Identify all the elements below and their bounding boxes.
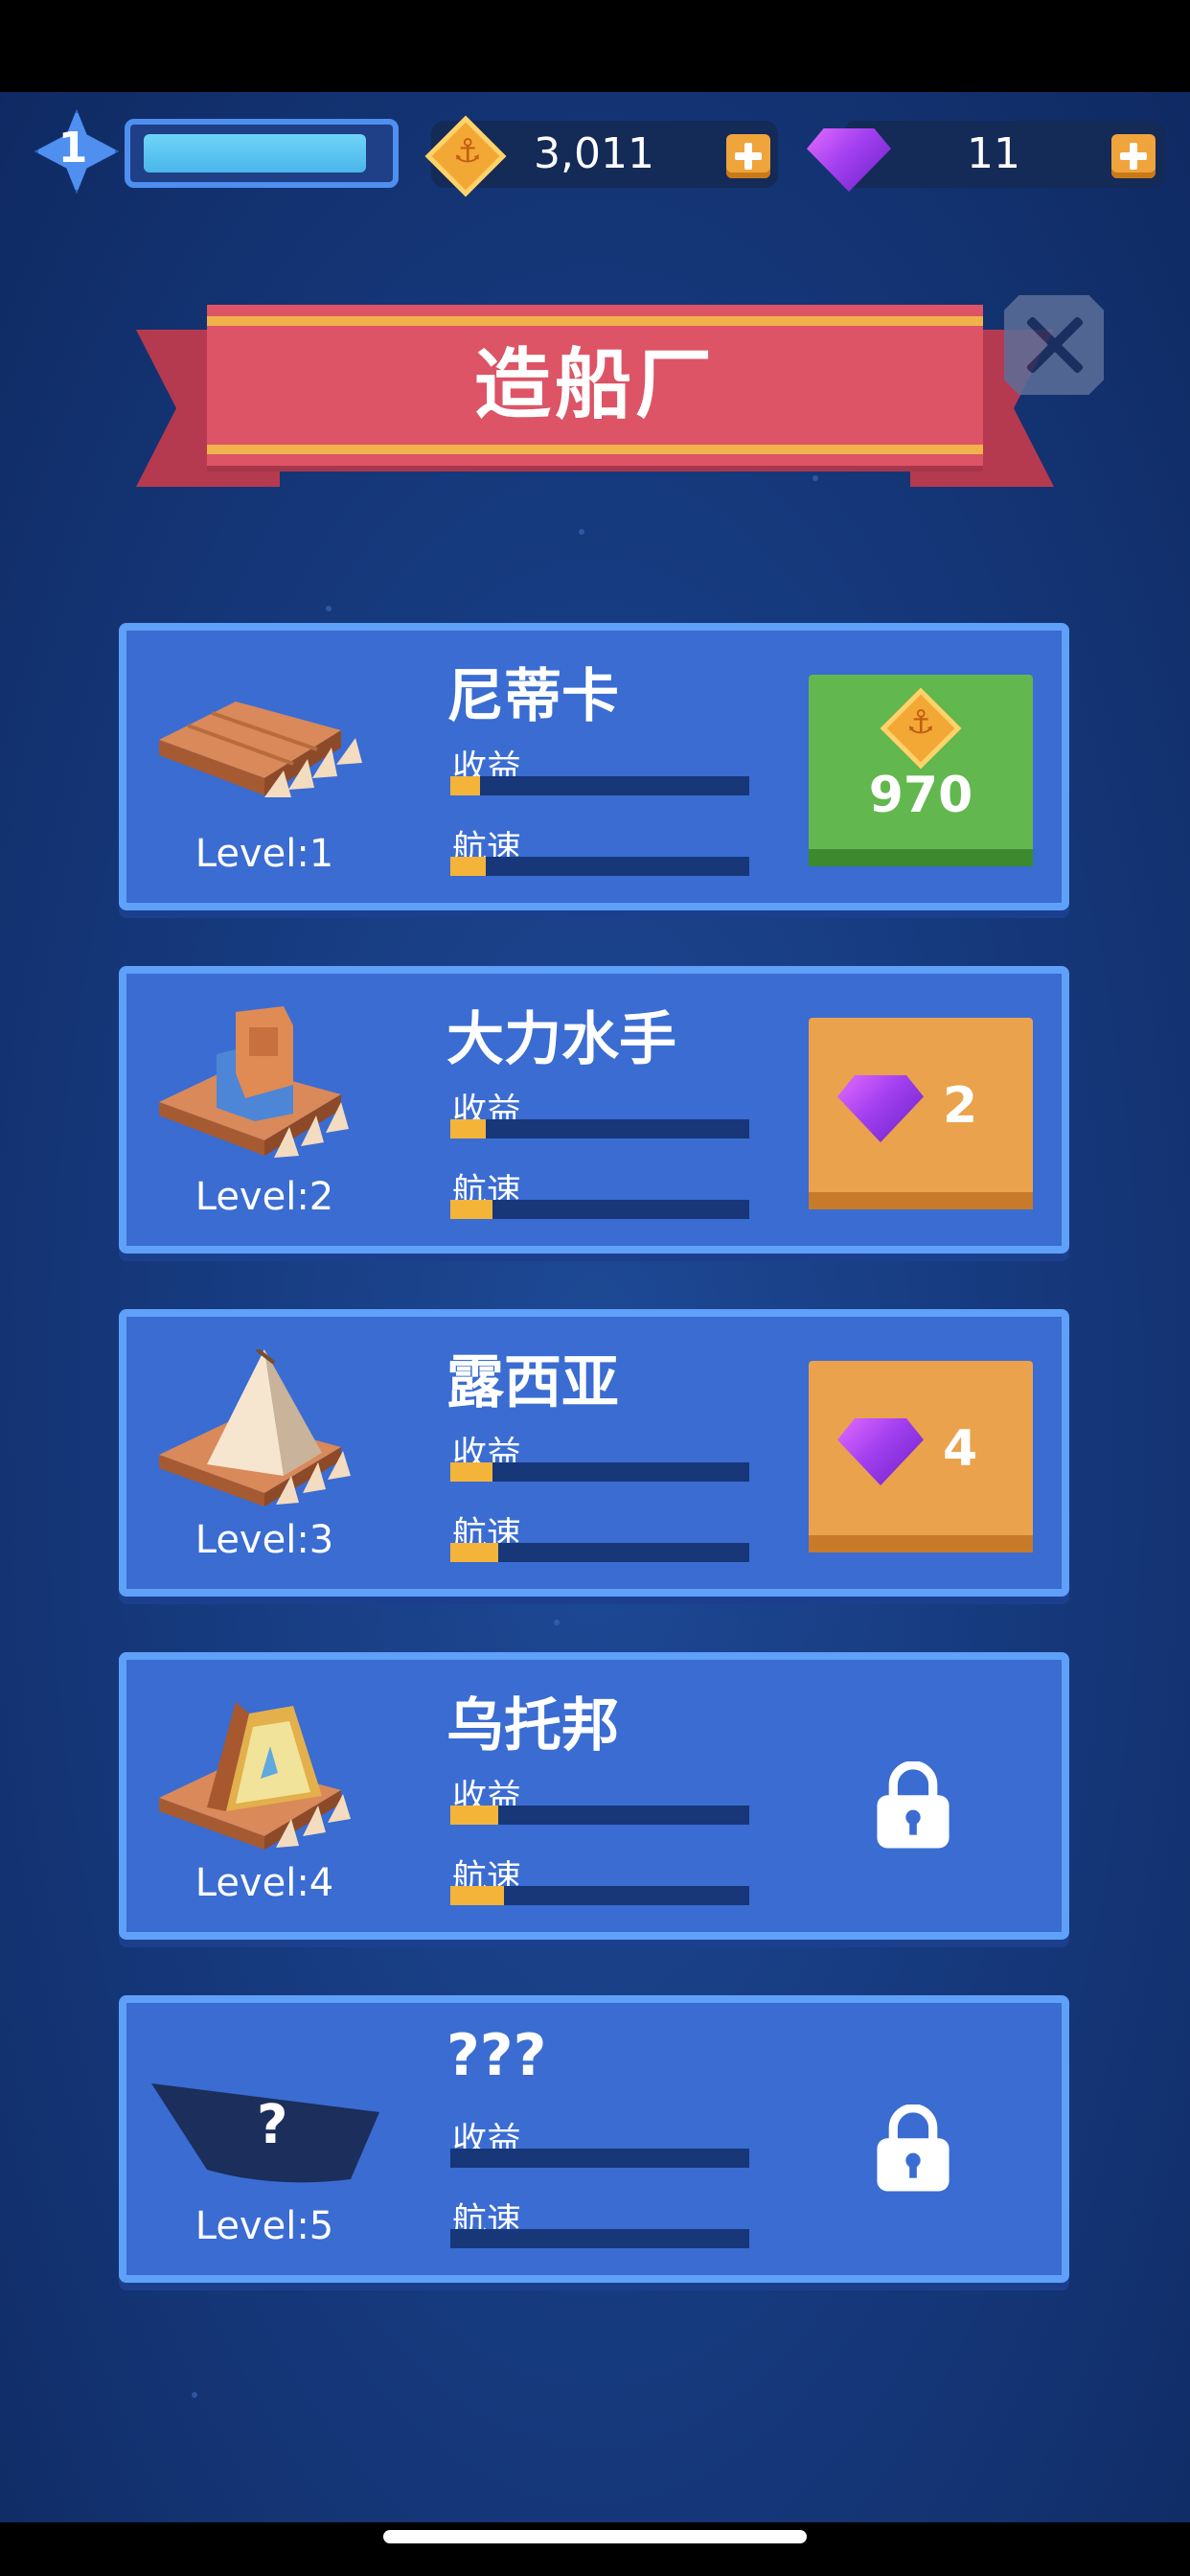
coin-amount: 3,011	[534, 129, 654, 178]
star-decoration	[326, 606, 332, 611]
income-bar	[450, 1806, 749, 1825]
ship-name: ???	[446, 2022, 547, 2089]
anchor-icon: ⚓	[905, 703, 936, 742]
buy-with-gems-button[interactable]: 2	[809, 1018, 1033, 1209]
ship-level: Level:3	[195, 1518, 334, 1562]
purple-gem-icon	[837, 1075, 924, 1142]
add-gems-button[interactable]	[1111, 134, 1156, 178]
ship-card-1[interactable]: Level:1 尼蒂卡 收益 航速 ⚓ 970	[119, 623, 1069, 910]
speed-bar	[450, 1543, 749, 1562]
ship-level: Level:1	[195, 832, 334, 876]
income-bar	[450, 776, 749, 795]
home-indicator[interactable]	[383, 2530, 807, 2543]
ship-card-2[interactable]: Level:2 大力水手 收益 航速 2	[119, 966, 1069, 1254]
star-decoration	[554, 1620, 560, 1625]
star-decoration	[812, 475, 818, 481]
close-button[interactable]	[1004, 295, 1104, 395]
buy-with-gems-button[interactable]: 4	[809, 1361, 1033, 1552]
speed-fill	[450, 1543, 498, 1562]
ship-name: 尼蒂卡	[446, 663, 619, 730]
ship-level: Level:2	[195, 1175, 334, 1219]
raft-icon	[159, 702, 362, 797]
page-title: 造船厂	[474, 340, 716, 429]
ship-name: 乌托邦	[446, 1692, 619, 1760]
purple-gem-icon	[837, 1418, 924, 1485]
player-level: 1	[57, 123, 88, 172]
price-amount: 970	[868, 767, 973, 824]
price-amount: 2	[943, 1077, 978, 1135]
star-decoration	[192, 2392, 197, 2398]
shipyard-screen: 1 3,011 ⚓ 11 造船厂 Level:1 尼蒂卡 收益 航速 ⚓ 970…	[0, 92, 1190, 2522]
raft-with-cabin-icon	[159, 1006, 349, 1158]
add-coins-button[interactable]	[726, 134, 770, 178]
price-amount: 4	[943, 1420, 978, 1478]
gem-amount: 11	[967, 129, 1020, 178]
experience-bar	[125, 119, 399, 188]
ship-card-5[interactable]: ? Level:5 ??? 收益 航速	[119, 1995, 1069, 2283]
star-decoration	[579, 529, 584, 535]
ship-name: 大力水手	[446, 1006, 676, 1073]
anchor-icon: ⚓	[452, 132, 483, 171]
buy-with-coins-button[interactable]: ⚓ 970	[809, 675, 1033, 866]
income-fill	[450, 776, 481, 795]
lock-icon	[877, 1761, 950, 1849]
ship-level: Level:5	[195, 2204, 334, 2248]
speed-fill	[450, 1200, 492, 1219]
gem-counter: 11	[843, 121, 1165, 188]
income-fill	[450, 1119, 487, 1138]
ship-level: Level:4	[195, 1861, 334, 1905]
speed-bar	[450, 2229, 749, 2248]
income-bar	[450, 1462, 749, 1482]
income-fill	[450, 1462, 492, 1482]
speed-bar	[450, 1200, 749, 1219]
banner: 造船厂	[207, 305, 983, 466]
ship-card-4[interactable]: Level:4 乌托邦 收益 航速	[119, 1652, 1069, 1940]
speed-bar	[450, 1886, 749, 1905]
mystery-ship-icon: ?	[151, 2083, 379, 2183]
ship-name: 露西亚	[446, 1349, 619, 1416]
lock-icon	[877, 2104, 950, 2192]
ship-card-3[interactable]: Level:3 露西亚 收益 航速 4	[119, 1309, 1069, 1597]
raft-with-sail-icon	[159, 1702, 351, 1850]
speed-bar	[450, 857, 749, 876]
experience-fill	[144, 134, 367, 172]
income-bar	[450, 1119, 749, 1138]
income-bar	[450, 2149, 749, 2168]
income-fill	[450, 1806, 498, 1825]
svg-text:?: ?	[257, 2094, 287, 2156]
speed-fill	[450, 1886, 505, 1905]
speed-fill	[450, 857, 487, 876]
raft-with-tent-icon	[159, 1349, 351, 1506]
